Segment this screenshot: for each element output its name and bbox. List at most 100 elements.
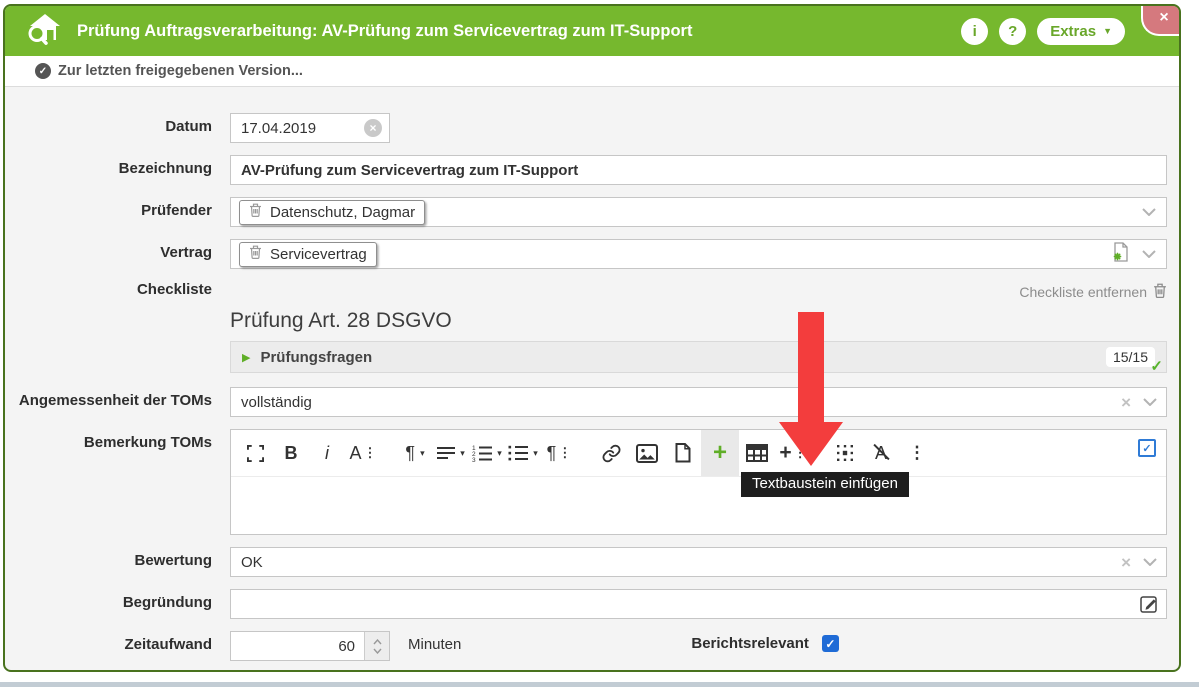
new-document-icon[interactable] — [1112, 242, 1130, 267]
clear-icon[interactable]: × — [1121, 394, 1131, 411]
chevron-down-icon[interactable] — [1143, 553, 1157, 571]
angemessenheit-field: × — [230, 387, 1167, 417]
pruefender-tag[interactable]: Datenschutz, Dagmar — [239, 200, 425, 225]
berichtsrelevant-checkbox[interactable]: ✓ — [822, 635, 839, 652]
trash-icon[interactable] — [1153, 283, 1167, 301]
spinner-down-icon — [373, 648, 382, 654]
paragraph-format-button[interactable]: ¶ ▾ — [397, 430, 433, 476]
checkliste-label: Checkliste — [17, 281, 212, 298]
vertrag-tag[interactable]: Servicevertrag — [239, 242, 377, 267]
begruendung-field — [230, 589, 1167, 619]
datum-field: × — [230, 113, 1167, 143]
font-options-button[interactable]: A ⋮ — [345, 430, 381, 476]
pruefungsfragen-section[interactable]: ▶ Prüfungsfragen 15/15 ✓ — [230, 341, 1167, 373]
editor-toolbar: B i A ⋮ ¶ ▾ — [231, 430, 1166, 477]
bold-button[interactable]: B — [273, 430, 309, 476]
bezeichnung-label: Bezeichnung — [17, 155, 212, 177]
fullscreen-button[interactable] — [237, 430, 273, 476]
italic-button[interactable]: i — [309, 430, 345, 476]
datum-label: Datum — [17, 113, 212, 135]
zeitaufwand-label: Zeitaufwand — [17, 631, 212, 653]
progress-check-icon: ✓ — [1150, 357, 1163, 375]
app-window: Prüfung Auftragsverarbeitung: AV-Prüfung… — [3, 4, 1181, 672]
begruendung-input[interactable] — [230, 589, 1167, 619]
bewertung-combo-icons: × — [1121, 547, 1157, 577]
form-content: Datum × Bezeichnung Prüfender — [5, 87, 1179, 661]
more-dots-icon: ⋮ — [558, 445, 571, 461]
page-title: Prüfung Auftragsverarbeitung: AV-Prüfung… — [77, 22, 692, 41]
vertrag-field: Servicevertrag — [230, 239, 1167, 269]
row-vertrag: Vertrag Servicevertrag — [17, 239, 1167, 269]
help-button[interactable]: ? — [999, 18, 1026, 45]
table-button[interactable] — [739, 430, 775, 476]
link-button[interactable] — [593, 430, 629, 476]
trash-icon[interactable] — [249, 245, 262, 263]
more-dots-icon: ⋮ — [364, 445, 377, 461]
row-datum: Datum × — [17, 113, 1167, 143]
vertrag-label: Vertrag — [17, 239, 212, 261]
collapsed-triangle-icon: ▶ — [242, 351, 250, 364]
bewertung-label: Bewertung — [17, 547, 212, 569]
angemessenheit-combo-icons: × — [1121, 387, 1157, 417]
checkliste-remove-row: Checkliste entfernen — [230, 283, 1167, 301]
chevron-down-icon[interactable] — [1143, 393, 1157, 411]
header-actions: i ? Extras ▼ — [961, 18, 1125, 45]
row-begruendung: Begründung — [17, 589, 1167, 619]
row-bezeichnung: Bezeichnung — [17, 155, 1167, 185]
align-button[interactable]: ▾ — [433, 430, 469, 476]
bottom-edge-strip — [0, 682, 1199, 687]
clear-format-button[interactable]: A — [863, 430, 899, 476]
richtext-editor: B i A ⋮ ¶ ▾ — [230, 429, 1167, 535]
row-checkliste: Checkliste Checkliste entfernen — [17, 281, 1167, 373]
checkliste-remove-label: Checkliste entfernen — [1019, 284, 1147, 300]
kebab-menu-icon: ⋮ — [909, 443, 926, 463]
ordered-list-button[interactable]: 123 ▾ — [469, 430, 505, 476]
close-button[interactable]: × — [1141, 6, 1179, 36]
insert-textblock-button[interactable]: + — [701, 430, 739, 476]
bezeichnung-input[interactable] — [230, 155, 1167, 185]
font-options-label: A — [349, 443, 361, 464]
more-options-button[interactable]: ⋮ — [899, 430, 935, 476]
row-angemessenheit: Angemessenheit der TOMs × — [17, 387, 1167, 417]
checkliste-field: Checkliste entfernen Prüfung Art. 28 DSG… — [230, 281, 1167, 373]
tooltip: Textbaustein einfügen — [741, 472, 909, 497]
clear-icon[interactable]: × — [1121, 554, 1131, 571]
chevron-down-icon[interactable] — [1142, 203, 1156, 221]
checkliste-title: Prüfung Art. 28 DSGVO — [230, 309, 1167, 333]
bewertung-input[interactable] — [230, 547, 1167, 577]
caret-down-icon: ▾ — [533, 448, 538, 459]
bullet-list-button[interactable]: ▾ — [505, 430, 541, 476]
edit-pencil-button[interactable] — [1140, 594, 1159, 616]
angemessenheit-input[interactable] — [230, 387, 1167, 417]
trash-icon[interactable] — [249, 203, 262, 221]
audit-house-icon — [27, 12, 63, 51]
pruefender-select[interactable]: Datenschutz, Dagmar — [230, 197, 1167, 227]
editor-content-area[interactable] — [231, 477, 1166, 534]
chevron-down-icon[interactable] — [1142, 245, 1156, 263]
editor-checkbox[interactable]: ✓ — [1138, 439, 1156, 457]
paragraph-options-button[interactable]: ¶ ⋮ — [541, 430, 577, 476]
spinner-up-icon — [373, 639, 382, 645]
vertrag-tag-label: Servicevertrag — [270, 246, 367, 263]
berichtsrelevant-label: Berichtsrelevant — [691, 635, 809, 652]
checkliste-remove-link[interactable]: Checkliste entfernen — [1019, 283, 1167, 301]
version-link[interactable]: Zur letzten freigegebenen Version... — [58, 63, 303, 79]
extras-button[interactable]: Extras ▼ — [1037, 18, 1125, 45]
bezeichnung-field — [230, 155, 1167, 185]
check-circle-icon: ✓ — [35, 63, 51, 79]
row-pruefender: Prüfender Datenschutz, Dagmar — [17, 197, 1167, 227]
progress-value: 15/15 — [1113, 349, 1148, 365]
pruefender-combo-icons — [1142, 198, 1156, 226]
info-button[interactable]: i — [961, 18, 988, 45]
file-button[interactable] — [665, 430, 701, 476]
pruefender-tag-label: Datenschutz, Dagmar — [270, 204, 415, 221]
vertrag-select[interactable]: Servicevertrag — [230, 239, 1167, 269]
begruendung-label: Begründung — [17, 589, 212, 611]
number-spinner[interactable] — [364, 632, 389, 660]
angemessenheit-label: Angemessenheit der TOMs — [17, 387, 212, 409]
bewertung-field: × — [230, 547, 1167, 577]
image-button[interactable] — [629, 430, 665, 476]
datum-clear-button[interactable]: × — [364, 119, 382, 137]
zeitaufwand-unit: Minuten — [408, 631, 461, 653]
svg-text:3: 3 — [472, 457, 476, 462]
